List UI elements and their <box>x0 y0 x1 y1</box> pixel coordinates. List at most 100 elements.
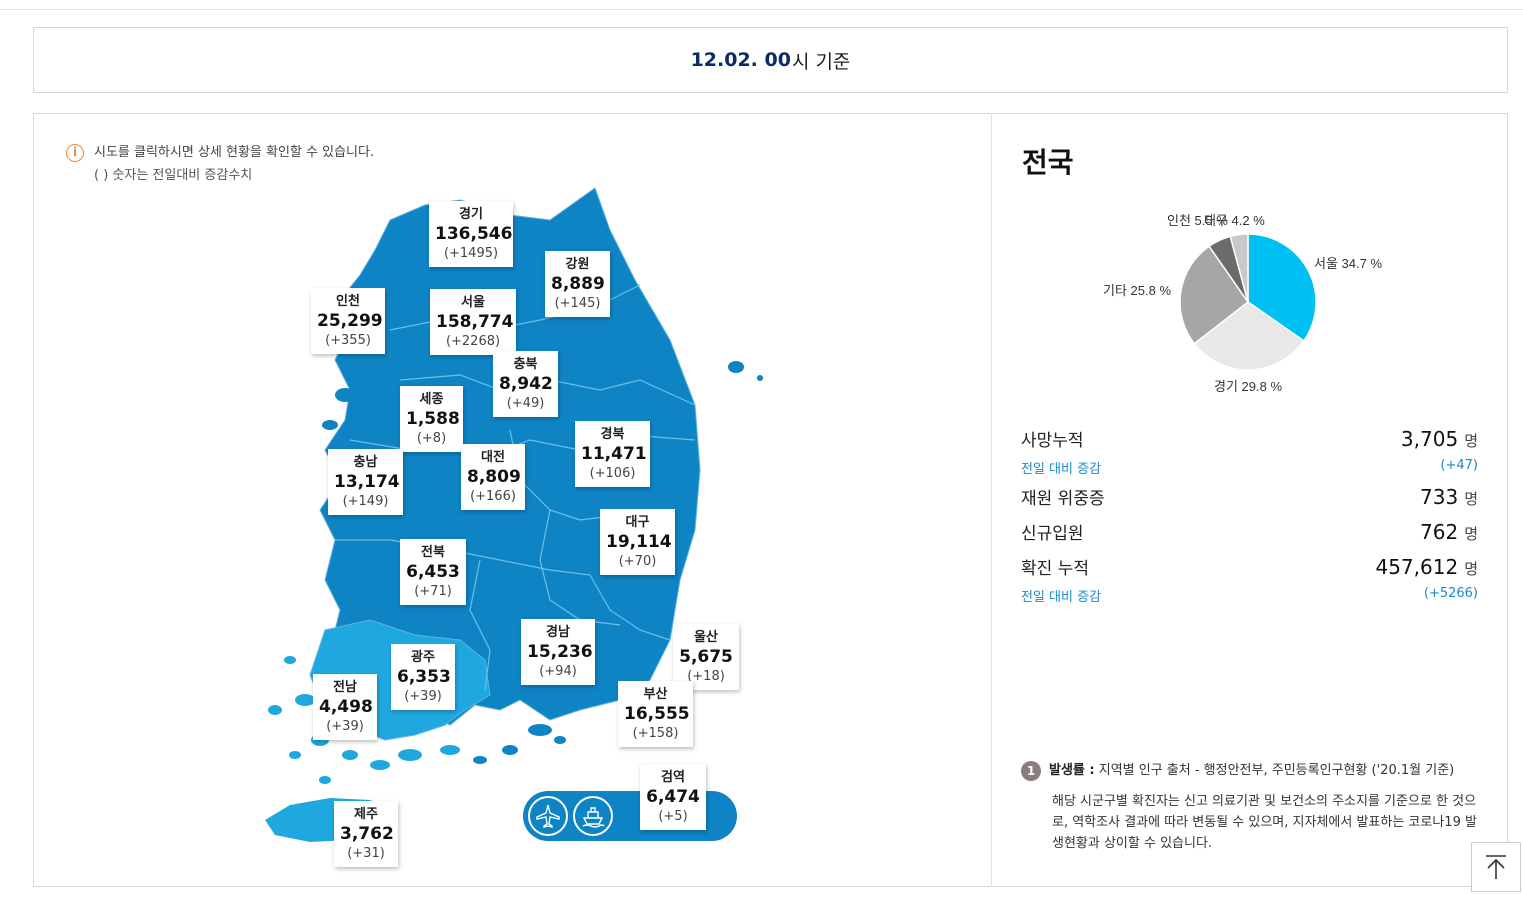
info-icon: i <box>66 144 84 162</box>
region-name: 강원 <box>565 257 590 272</box>
region-quarantine[interactable]: 검역 6,474 (+5) <box>640 764 706 830</box>
region-name: 서울 <box>461 295 485 310</box>
confirmed-unit: 명 <box>1464 560 1478 578</box>
severe-value-wrap: 733 명 <box>1420 485 1478 509</box>
death-unit: 명 <box>1464 432 1478 450</box>
severe-label: 재원 위중증 <box>1021 489 1105 509</box>
region-name: 대전 <box>481 450 505 465</box>
region-chungnam[interactable]: 충남 13,174 (+149) <box>328 449 403 515</box>
region-diff: (+39) <box>326 719 364 734</box>
death-row: 사망누적 3,705 명 <box>1021 426 1478 451</box>
region-count: 11,471 <box>581 444 647 464</box>
footnote: 1 발생률 : 지역별 인구 출처 - 행정안전부, 주민등록인구현황 ('20.… <box>1021 760 1481 854</box>
region-count: 8,889 <box>551 274 605 294</box>
korea-map <box>265 187 763 842</box>
footnote-paragraph: 해당 시군구별 확진자는 신고 의료기관 및 보건소의 주소지를 기준으로 한 … <box>1052 794 1477 851</box>
death-diff-row: 전일 대비 증감 (+47) <box>1021 458 1478 477</box>
footnote-number: 1 <box>1021 760 1041 781</box>
region-diff: (+145) <box>554 296 601 311</box>
region-name: 세종 <box>419 392 444 407</box>
regional-pie-chart: 서울 34.7 % 경기 29.8 % 기타 25.8 % 인천 5.5 % 대… <box>1103 213 1382 394</box>
region-daejeon[interactable]: 대전 8,809 (+166) <box>461 444 525 510</box>
region-gyeongnam[interactable]: 경남 15,236 (+94) <box>521 619 595 685</box>
region-diff: (+94) <box>539 664 577 679</box>
map-island <box>342 750 358 760</box>
region-gyeonggi[interactable]: 경기 136,546 (+1495) <box>429 201 513 267</box>
confirmed-value: 457,612 <box>1375 555 1459 579</box>
region-count: 4,498 <box>319 697 373 717</box>
region-name: 충남 <box>353 455 378 470</box>
region-name: 울산 <box>694 630 718 645</box>
region-name: 전북 <box>421 545 445 560</box>
map-island <box>268 705 282 715</box>
confirmed-row: 확진 누적 457,612 명 <box>1021 554 1478 579</box>
map-island <box>322 420 338 430</box>
map-island <box>757 375 763 381</box>
map-island <box>284 656 296 664</box>
region-seoul[interactable]: 서울 158,774 (+2268) <box>430 289 516 355</box>
death-label: 사망누적 <box>1021 431 1084 451</box>
notice-line-1: 시도를 클릭하시면 상세 현황을 확인할 수 있습니다. <box>94 145 375 160</box>
region-name: 경남 <box>546 625 570 640</box>
region-count: 16,555 <box>624 704 690 724</box>
map-island <box>398 749 422 761</box>
region-chungbuk[interactable]: 충북 8,942 (+49) <box>493 351 558 417</box>
pie-label-gyeonggi: 경기 29.8 % <box>1214 379 1282 394</box>
date-suffix: 시 기준 <box>791 50 851 73</box>
region-jeonbuk[interactable]: 전북 6,453 (+71) <box>400 539 466 605</box>
confirmed-diff-label: 전일 대비 증감 <box>1021 590 1102 605</box>
region-name: 충북 <box>513 357 538 372</box>
region-count: 5,675 <box>679 647 733 667</box>
region-name: 광주 <box>411 650 435 665</box>
region-diff: (+106) <box>589 466 636 481</box>
region-daegu[interactable]: 대구 19,114 (+70) <box>600 509 675 575</box>
admit-value-wrap: 762 명 <box>1420 520 1478 544</box>
region-name: 제주 <box>354 807 378 822</box>
admit-unit: 명 <box>1464 525 1478 543</box>
scroll-to-top-button[interactable] <box>1471 842 1521 892</box>
confirmed-diff-row: 전일 대비 증감 (+5266) <box>1021 586 1478 605</box>
summary-title: 전국 <box>1022 146 1074 179</box>
region-gwangju[interactable]: 광주 6,353 (+39) <box>391 644 455 710</box>
admit-row: 신규입원 762 명 <box>1021 519 1478 544</box>
region-diff: (+355) <box>325 333 371 348</box>
severe-value: 733 <box>1420 485 1459 509</box>
region-count: 6,353 <box>397 667 451 687</box>
region-name: 검역 <box>661 770 685 785</box>
region-jeju[interactable]: 제주 3,762 (+31) <box>334 801 398 867</box>
map-island <box>289 751 301 759</box>
ship-icon[interactable] <box>573 796 613 836</box>
map-island <box>440 745 460 755</box>
map-island <box>370 760 390 770</box>
region-jeonnam[interactable]: 전남 4,498 (+39) <box>313 674 377 740</box>
region-diff: (+1495) <box>443 246 499 261</box>
region-busan[interactable]: 부산 16,555 (+158) <box>618 681 693 747</box>
footnote-text: 지역별 인구 출처 - 행정안전부, 주민등록인구현황 ('20.1월 기준) <box>1094 763 1455 778</box>
region-count: 8,809 <box>467 467 521 487</box>
region-count: 13,174 <box>334 472 400 492</box>
region-incheon[interactable]: 인천 25,299 (+355) <box>311 288 385 354</box>
region-count: 8,942 <box>499 374 553 394</box>
confirmed-label: 확진 누적 <box>1021 559 1089 579</box>
region-name: 경북 <box>600 427 625 442</box>
map-island <box>473 756 487 764</box>
death-value-wrap: 3,705 명 <box>1401 427 1478 451</box>
pie-label-etc: 기타 25.8 % <box>1103 283 1171 298</box>
map-island <box>528 724 552 736</box>
airplane-icon[interactable] <box>528 796 568 836</box>
severe-unit: 명 <box>1464 490 1478 508</box>
arrow-up-icon <box>1486 855 1506 879</box>
top-divider <box>0 9 1523 10</box>
region-gangwon[interactable]: 강원 8,889 (+145) <box>545 251 610 317</box>
map-island <box>502 745 518 755</box>
region-diff: (+39) <box>404 689 442 704</box>
death-diff: (+47) <box>1440 458 1478 473</box>
region-diff: (+8) <box>416 431 447 446</box>
region-name: 경기 <box>459 207 483 222</box>
region-diff: (+158) <box>632 726 679 741</box>
region-sejong[interactable]: 세종 1,588 (+8) <box>400 386 463 452</box>
region-name: 인천 <box>336 294 360 309</box>
region-gyeongbuk[interactable]: 경북 11,471 (+106) <box>575 421 650 487</box>
footnote-bold: 발생률 : <box>1049 763 1095 778</box>
region-count: 1,588 <box>406 409 460 429</box>
